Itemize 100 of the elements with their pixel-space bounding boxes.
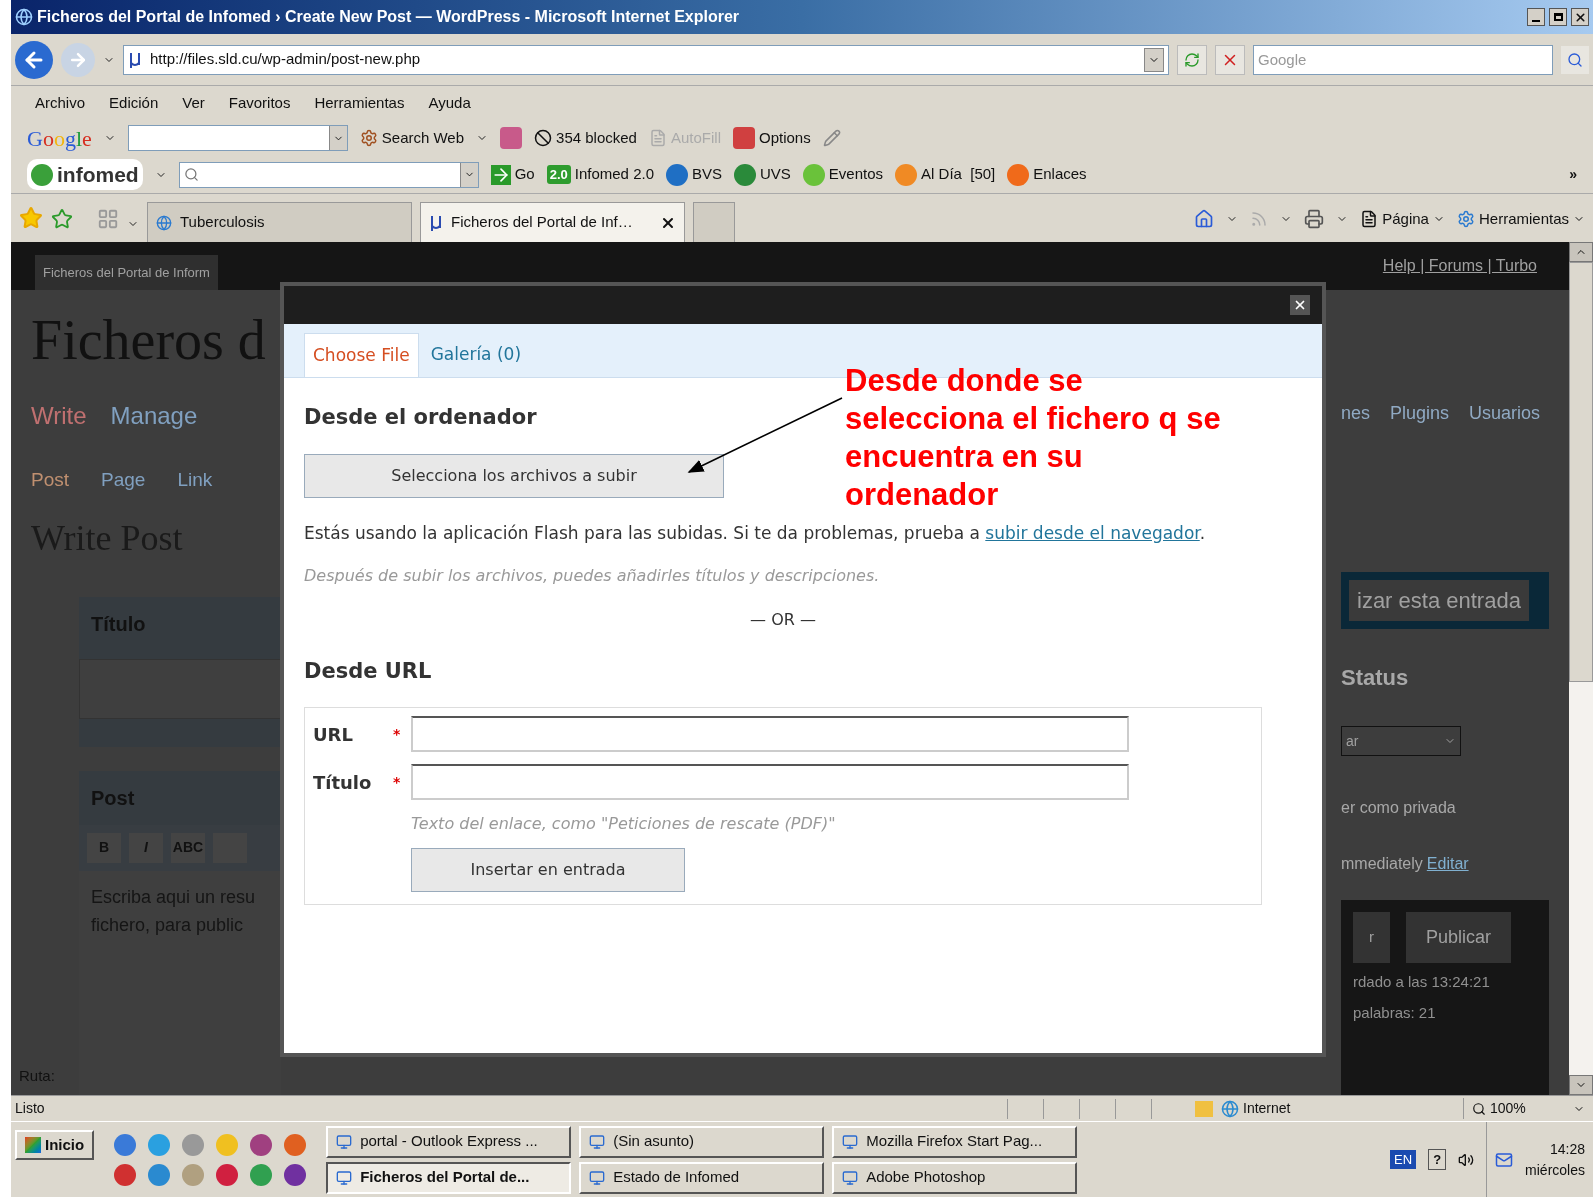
save-button[interactable]: r xyxy=(1353,912,1390,963)
link-button[interactable]: Al Día [50] xyxy=(895,163,996,186)
menu-item[interactable]: Herramientas xyxy=(314,91,405,115)
options-button[interactable]: Options xyxy=(733,126,811,150)
insert-button[interactable]: Insertar en entrada xyxy=(411,848,685,892)
zoom-control[interactable]: 100% xyxy=(1463,1098,1593,1119)
close-button[interactable] xyxy=(1290,295,1310,315)
menu-item[interactable]: Edición xyxy=(109,91,159,115)
language-indicator[interactable]: EN xyxy=(1390,1149,1417,1170)
publish-button[interactable]: Publicar xyxy=(1406,912,1512,963)
go-button[interactable]: Go xyxy=(490,163,535,186)
infomed-logo: infomed xyxy=(27,158,143,191)
taskbar-window[interactable]: Estado de Infomed xyxy=(579,1161,825,1194)
refresh-button[interactable] xyxy=(1177,44,1207,75)
status-select[interactable]: ar xyxy=(1341,726,1461,756)
quick-launch-icon[interactable] xyxy=(250,1133,273,1156)
tab-grid-icon[interactable] xyxy=(97,208,119,230)
taskbar-window[interactable]: portal - Outlook Express ... xyxy=(326,1125,572,1158)
window-icon xyxy=(589,1169,606,1186)
subnav-link[interactable]: Link xyxy=(177,466,213,495)
command-menu[interactable]: Herramientas xyxy=(1456,207,1585,230)
quick-launch-icon[interactable] xyxy=(284,1133,307,1156)
favorites-star-icon[interactable] xyxy=(19,206,43,230)
badge: 2.0 xyxy=(546,164,571,185)
search-icon xyxy=(1567,51,1583,68)
toolbar-search-field[interactable] xyxy=(127,125,348,151)
taskbar-window[interactable]: Mozilla Firefox Start Pag... xyxy=(832,1125,1078,1158)
browser-tab[interactable]: Tuberculosis xyxy=(147,202,412,242)
scrollbar[interactable] xyxy=(1569,242,1593,1095)
dialog-tab[interactable]: Galería (0) xyxy=(422,333,529,377)
nav-tab[interactable]: Plugins xyxy=(1390,400,1450,427)
browser-upload-link[interactable]: subir desde el navegador xyxy=(985,522,1200,543)
search-field[interactable]: Google xyxy=(1253,44,1553,75)
command-menu[interactable]: Página xyxy=(1360,207,1445,230)
dropdown-button[interactable] xyxy=(1144,47,1164,72)
link-button[interactable]: UVS xyxy=(734,163,791,186)
form-icon xyxy=(648,129,667,147)
subnav-link[interactable]: Post xyxy=(31,466,70,495)
quick-launch-icon[interactable] xyxy=(250,1163,273,1186)
text-field[interactable] xyxy=(411,764,1129,800)
search-web-button[interactable]: Search Web xyxy=(359,126,465,150)
toolbar-search-field[interactable] xyxy=(178,161,479,188)
subnav-link[interactable]: Page xyxy=(101,466,146,495)
scroll-up-button[interactable] xyxy=(1569,242,1593,262)
link-button[interactable]: BVS xyxy=(666,163,722,186)
help-icon[interactable]: ? xyxy=(1428,1148,1447,1171)
restore-button[interactable] xyxy=(1549,8,1567,26)
forward-button[interactable] xyxy=(61,42,95,77)
link-button[interactable]: 2.0 Infomed 2.0 xyxy=(546,163,654,186)
quick-launch-icon[interactable] xyxy=(114,1163,137,1186)
home-icon[interactable] xyxy=(1194,208,1215,229)
minimize-button[interactable] xyxy=(1527,8,1545,26)
stop-button[interactable] xyxy=(1215,44,1245,75)
scroll-down-button[interactable] xyxy=(1569,1075,1593,1095)
preview-button[interactable]: izar esta entrada xyxy=(1349,580,1529,621)
scroll-thumb[interactable] xyxy=(1569,262,1593,682)
dialog-tab[interactable]: Choose File xyxy=(304,333,419,377)
upload-button[interactable]: Selecciona los archivos a subir xyxy=(304,453,724,498)
quick-launch-icon[interactable] xyxy=(148,1163,171,1186)
address-field[interactable]: http://files.sld.cu/wp-admin/post-new.php xyxy=(123,44,1169,75)
window-icon xyxy=(589,1133,606,1150)
back-button[interactable] xyxy=(15,40,53,79)
close-button[interactable] xyxy=(1571,8,1589,26)
restore-icon xyxy=(1553,13,1563,21)
taskbar-window[interactable]: (Sin asunto) xyxy=(579,1125,825,1158)
annotation-text: Desde donde se selecciona el fichero q se encuentra en su ordenador xyxy=(845,362,1221,514)
search-button[interactable] xyxy=(1561,45,1589,74)
menu-item[interactable]: Ver xyxy=(182,91,205,115)
blocked-button[interactable]: 354 blocked xyxy=(534,126,637,150)
quick-launch-icon[interactable] xyxy=(216,1163,239,1186)
quick-launch-icon[interactable] xyxy=(284,1163,307,1186)
window-icon xyxy=(842,1133,859,1150)
status-heading: Status xyxy=(1341,664,1410,692)
taskbar-window[interactable]: Ficheros del Portal de... xyxy=(326,1161,572,1194)
more-chevron[interactable]: » xyxy=(1569,164,1577,185)
nav-tab[interactable]: Usuarios xyxy=(1469,400,1541,427)
taskbar-window[interactable]: Adobe Photoshop xyxy=(832,1161,1078,1194)
print-icon[interactable] xyxy=(1304,208,1325,229)
link-button[interactable]: Enlaces xyxy=(1007,163,1087,186)
menu-item[interactable]: Ayuda xyxy=(428,91,471,115)
feed-icon[interactable] xyxy=(1250,209,1269,228)
nav-tab[interactable]: Manage xyxy=(110,398,198,434)
field-label: Título xyxy=(313,770,373,795)
text-field[interactable] xyxy=(411,716,1129,752)
menu-item[interactable]: Favoritos xyxy=(228,91,291,115)
speaker-icon[interactable] xyxy=(1458,1151,1475,1168)
help-links[interactable]: Help | Forums | Turbo xyxy=(1382,254,1537,278)
link-button[interactable]: Eventos xyxy=(802,163,884,186)
browser-tab[interactable]: Ficheros del Portal de Inf… xyxy=(420,202,685,242)
menu-item[interactable]: Archivo xyxy=(35,91,86,115)
new-tab[interactable] xyxy=(693,202,735,242)
add-favorite-icon[interactable] xyxy=(51,208,73,230)
pencil-icon[interactable] xyxy=(822,129,841,147)
nav-tab[interactable]: nes xyxy=(1341,400,1371,427)
url-text: http://files.sld.cu/wp-admin/post-new.php xyxy=(150,49,422,70)
edit-link[interactable]: Editar xyxy=(1426,852,1469,876)
quick-launch-icon[interactable] xyxy=(114,1133,137,1156)
window-icon xyxy=(842,1169,859,1186)
title-input[interactable] xyxy=(79,658,281,719)
start-button[interactable]: Inicio xyxy=(15,1130,95,1160)
